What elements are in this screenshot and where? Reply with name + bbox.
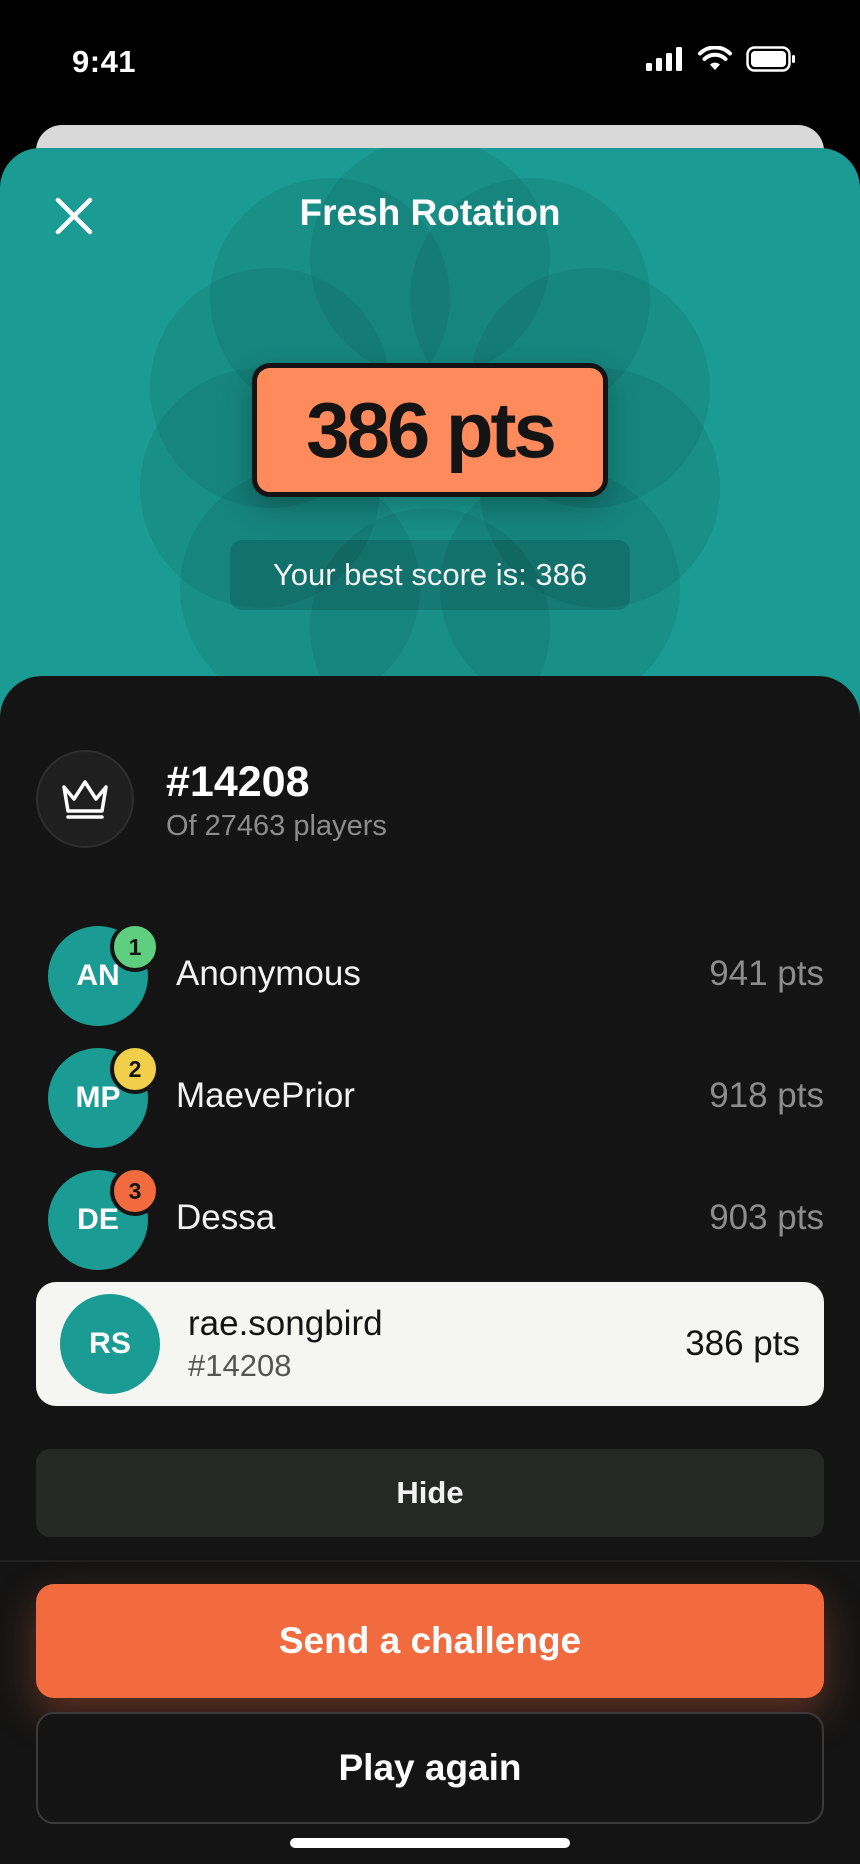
current-user-points: 386 pts — [685, 1324, 800, 1363]
current-user-row[interactable]: RS rae.songbird #14208 386 pts — [36, 1282, 824, 1406]
player-points: 903 pts — [709, 1198, 824, 1237]
leaderboard-row[interactable]: MP 2 MaevePrior 918 pts — [36, 1044, 824, 1152]
medal-badge: 3 — [110, 1166, 160, 1216]
rank-subtitle: Of 27463 players — [166, 810, 387, 842]
hide-button[interactable]: Hide — [36, 1449, 824, 1537]
status-icons — [646, 46, 796, 72]
current-user-name: rae.songbird — [188, 1304, 383, 1343]
divider — [0, 1560, 860, 1562]
play-again-button[interactable]: Play again — [36, 1712, 824, 1824]
medal-badge: 1 — [110, 922, 160, 972]
avatar: RS — [60, 1294, 160, 1394]
wifi-icon — [698, 46, 732, 70]
score-header: Fresh Rotation 386 pts Your best score i… — [0, 148, 860, 728]
player-name: MaevePrior — [176, 1076, 355, 1115]
score-value: 386 pts — [306, 385, 557, 474]
best-score-label: Your best score is: 386 — [230, 540, 630, 610]
crown-icon — [62, 780, 108, 819]
home-indicator[interactable] — [290, 1838, 570, 1848]
player-points: 918 pts — [709, 1076, 824, 1115]
page-title: Fresh Rotation — [299, 192, 561, 233]
leaderboard-row[interactable]: DE 3 Dessa 903 pts — [36, 1166, 824, 1274]
player-name: Anonymous — [176, 954, 361, 993]
medal-badge: 2 — [110, 1044, 160, 1094]
rank-summary: #14208 Of 27463 players — [36, 750, 836, 850]
leaderboard-panel: #14208 Of 27463 players AN 1 Anonymous 9… — [0, 676, 860, 1864]
player-name: Dessa — [176, 1198, 276, 1237]
score-badge: 386 pts — [252, 363, 608, 497]
current-user-rank: #14208 — [188, 1348, 292, 1383]
status-bar: 9:41 — [0, 0, 860, 125]
send-challenge-button[interactable]: Send a challenge — [36, 1584, 824, 1698]
signal-icon — [646, 47, 682, 71]
player-points: 941 pts — [709, 954, 824, 993]
crown-badge — [36, 750, 134, 848]
rank-number: #14208 — [166, 758, 310, 806]
battery-icon — [746, 46, 795, 72]
status-time: 9:41 — [72, 44, 137, 79]
leaderboard-row[interactable]: AN 1 Anonymous 941 pts — [36, 922, 824, 1030]
